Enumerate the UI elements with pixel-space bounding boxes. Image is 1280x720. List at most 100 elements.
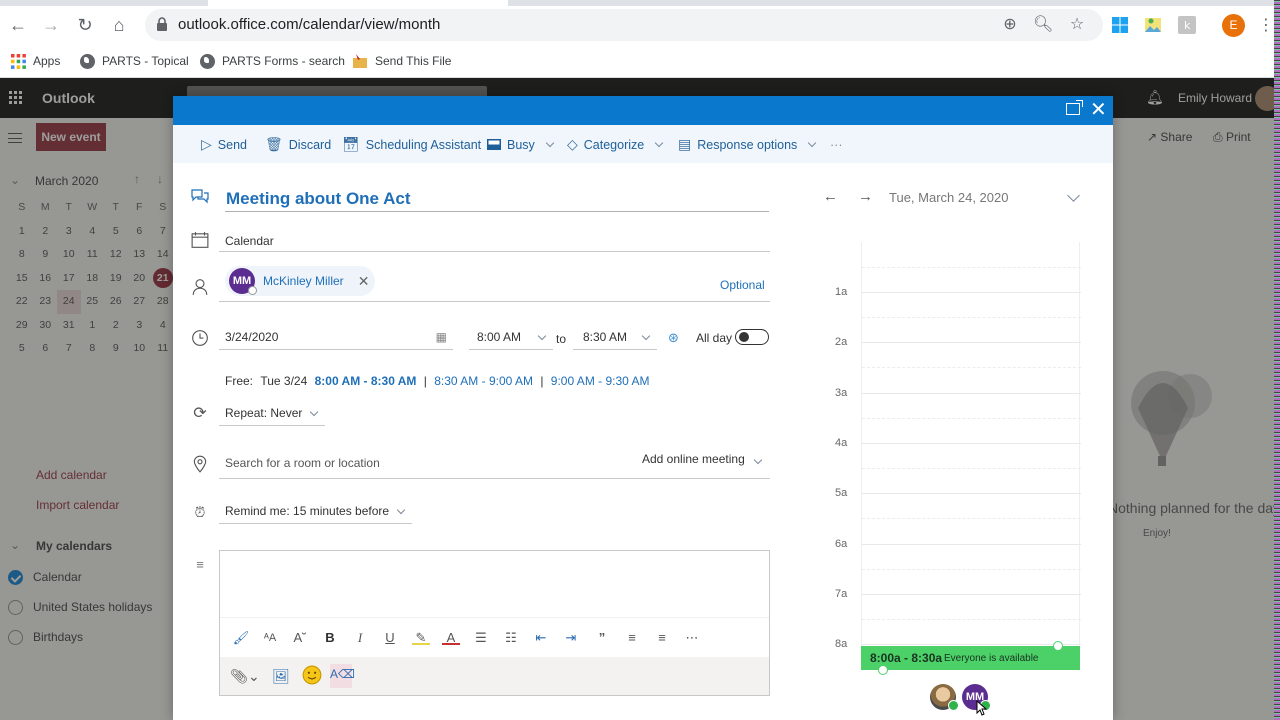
hour-label: 8a bbox=[835, 638, 848, 651]
optional-attendees-link[interactable]: Optional bbox=[720, 278, 765, 292]
conversation-icon bbox=[191, 189, 209, 204]
star-icon[interactable]: ☆ bbox=[1067, 15, 1087, 35]
bookmark-send-this-file[interactable]: Send This File bbox=[352, 52, 451, 70]
busy-dropdown[interactable]: Busy bbox=[487, 136, 555, 153]
event-availability: Everyone is available bbox=[944, 653, 1039, 664]
scheduling-assistant-button[interactable]: 📅︎ Scheduling Assistant bbox=[342, 136, 481, 153]
zoom-out-icon[interactable]: 🔍︎ bbox=[1033, 15, 1053, 35]
repeat-dropdown[interactable]: Repeat: Never bbox=[219, 402, 325, 426]
reminder-dropdown[interactable]: Remind me: 15 minutes before bbox=[219, 500, 412, 524]
bookmark-parts-topical[interactable]: PARTS - Topical bbox=[80, 52, 189, 70]
previous-day-icon[interactable]: ← bbox=[823, 188, 838, 205]
resize-handle-bottom[interactable] bbox=[878, 665, 888, 675]
next-day-icon[interactable]: → bbox=[858, 188, 873, 205]
calendar-select[interactable]: Calendar bbox=[225, 234, 274, 248]
chevron-down-icon bbox=[641, 331, 651, 341]
calendar-grid-icon[interactable]: ▦ bbox=[436, 326, 447, 348]
categorize-label: Categorize bbox=[583, 137, 645, 152]
repeat-value: Repeat: Never bbox=[225, 406, 303, 420]
half-hour-gridline bbox=[862, 568, 1081, 570]
expand-date-icon[interactable] bbox=[1067, 189, 1080, 202]
to-label: to bbox=[556, 332, 567, 346]
all-day-toggle[interactable] bbox=[735, 329, 769, 345]
forward-icon[interactable]: → bbox=[38, 12, 64, 38]
more-formatting-icon[interactable]: ⋯ bbox=[683, 629, 701, 647]
back-icon[interactable]: ← bbox=[5, 12, 31, 38]
close-icon[interactable]: ✕ bbox=[1090, 98, 1107, 122]
attach-icon[interactable]: 📎︎⌄ bbox=[230, 666, 260, 686]
free-slot[interactable]: 8:00 AM - 8:30 AM bbox=[315, 374, 417, 388]
location-input[interactable]: Search for a room or location bbox=[225, 456, 380, 470]
align-center-icon[interactable]: ≡ bbox=[653, 629, 671, 647]
bookmark-label: PARTS - Topical bbox=[102, 54, 189, 68]
send-button[interactable]: ▷ Send bbox=[201, 136, 247, 153]
format-painter-icon[interactable]: 🖌︎ bbox=[232, 629, 250, 647]
clear-formatting-icon[interactable]: A⌫ bbox=[330, 664, 355, 688]
start-time-dropdown[interactable]: 8:00 AM bbox=[469, 326, 553, 350]
half-hour-gridline bbox=[862, 317, 1081, 319]
busy-status-icon bbox=[487, 139, 501, 150]
font-color-icon[interactable]: A bbox=[442, 629, 460, 645]
decrease-indent-icon[interactable]: ⇤ bbox=[532, 629, 550, 647]
hour-gridline bbox=[862, 593, 1081, 595]
discard-button[interactable]: 🗑︎ Discard bbox=[265, 136, 331, 153]
bullets-icon[interactable]: ☰ bbox=[472, 629, 490, 647]
bold-icon[interactable]: B bbox=[321, 629, 339, 647]
day-timeline[interactable] bbox=[861, 242, 1081, 670]
calendar-icon bbox=[191, 232, 209, 248]
body-text-area[interactable] bbox=[220, 551, 769, 617]
k-extension-icon[interactable]: k bbox=[1178, 16, 1196, 34]
free-slot[interactable]: 8:30 AM - 9:00 AM bbox=[434, 374, 533, 388]
italic-icon[interactable]: I bbox=[351, 629, 369, 647]
image-extension-icon[interactable] bbox=[1144, 16, 1162, 34]
font-size-icon[interactable]: ᴬA bbox=[261, 629, 279, 647]
install-icon[interactable]: ⊕ bbox=[1000, 15, 1020, 35]
categorize-dropdown[interactable]: ◇ Categorize bbox=[567, 136, 664, 153]
time-zone-icon[interactable]: ⊛ bbox=[668, 330, 679, 346]
popout-icon[interactable] bbox=[1066, 100, 1083, 115]
tag-icon: ◇ bbox=[567, 136, 578, 152]
end-time-dropdown[interactable]: 8:30 AM bbox=[573, 326, 657, 350]
reload-icon[interactable]: ↻ bbox=[72, 12, 98, 38]
alarm-clock-icon: ⏰︎ bbox=[194, 504, 206, 520]
underline-icon[interactable]: U bbox=[381, 629, 399, 647]
align-left-icon[interactable]: ≡ bbox=[623, 629, 641, 647]
proposed-event-block[interactable]: 8:00a - 8:30a Everyone is available bbox=[861, 641, 1080, 675]
free-day: Tue 3/24 bbox=[260, 374, 308, 388]
half-hour-gridline bbox=[862, 266, 1081, 268]
bookmark-apps[interactable]: Apps bbox=[11, 52, 60, 70]
browser-menu-icon[interactable]: ⋮ bbox=[1258, 14, 1274, 37]
date-picker[interactable]: 3/24/2020 ▦ bbox=[219, 326, 453, 350]
remove-attendee-icon[interactable]: ✕ bbox=[358, 273, 370, 290]
attendee-avatar: MM bbox=[229, 268, 257, 295]
more-options-button[interactable]: ··· bbox=[830, 136, 843, 153]
browser-toolbar: ← → ↻ ⌂ outlook.office.com/calendar/view… bbox=[0, 6, 1280, 44]
quote-icon[interactable]: ” bbox=[593, 629, 611, 647]
globe-icon bbox=[80, 53, 95, 69]
bookmark-label: Apps bbox=[33, 54, 61, 68]
address-bar[interactable]: outlook.office.com/calendar/view/month ⊕… bbox=[145, 9, 1103, 41]
highlight-icon[interactable]: ✎ bbox=[412, 629, 430, 645]
insert-image-icon[interactable]: 🖼︎ bbox=[270, 666, 292, 686]
profile-avatar[interactable]: E bbox=[1222, 14, 1245, 37]
location-underline bbox=[219, 478, 770, 479]
emoji-icon[interactable] bbox=[301, 665, 323, 685]
location-pin-icon bbox=[193, 455, 207, 473]
free-prefix: Free: bbox=[225, 374, 254, 388]
send-icon: ▷ bbox=[201, 136, 212, 152]
bookmark-parts-forms[interactable]: PARTS Forms - search bbox=[200, 52, 345, 70]
body-editor: 🖌︎ ᴬA A˘ B I U ✎ A ☰ ☷ ⇤ ⇥ ” ≡ ≡ ⋯ 📎︎⌄ 🖼… bbox=[219, 550, 770, 696]
response-options-dropdown[interactable]: ▤ Response options bbox=[678, 136, 817, 153]
grow-font-icon[interactable]: A˘ bbox=[291, 629, 309, 647]
all-day-label: All day bbox=[696, 331, 733, 345]
increase-indent-icon[interactable]: ⇥ bbox=[562, 629, 580, 647]
event-title-input[interactable] bbox=[225, 186, 769, 212]
free-slot[interactable]: 9:00 AM - 9:30 AM bbox=[551, 374, 650, 388]
attendee-chip[interactable]: MM McKinley Miller ✕ bbox=[225, 266, 375, 296]
numbering-icon[interactable]: ☷ bbox=[502, 629, 520, 647]
windows-extension-icon[interactable] bbox=[1111, 16, 1129, 34]
home-icon[interactable]: ⌂ bbox=[106, 12, 132, 38]
add-online-meeting-dropdown[interactable]: Add online meeting bbox=[642, 452, 762, 466]
attendees-underline bbox=[219, 301, 770, 302]
resize-handle-top[interactable] bbox=[1053, 641, 1063, 651]
